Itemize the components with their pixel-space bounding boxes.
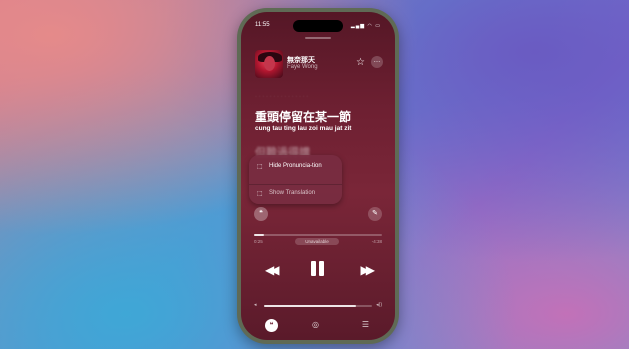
status-badge: Unavailable	[295, 238, 339, 245]
next-track-icon[interactable]: ▶▶	[361, 263, 376, 277]
lyrics-icon[interactable]: ❝	[265, 319, 278, 332]
lyric-pronunciation: cung tau ting lau zoi mau jat zit	[255, 125, 352, 132]
menu-divider	[249, 184, 342, 185]
status-time: 11:55	[255, 22, 270, 28]
sheet-grabber[interactable]	[305, 37, 331, 39]
playback-progress[interactable]	[254, 234, 382, 236]
previous-lyric-line: · · · · · · · · · · · · · · ·	[255, 94, 309, 100]
transport-controls: ◀◀ ▶▶	[241, 259, 395, 281]
menu-item-label: Hide Pronuncia-tion	[269, 163, 322, 169]
star-icon[interactable]: ☆	[356, 57, 365, 68]
bottom-toolbar: ❝ ◎ ☰	[241, 319, 395, 333]
status-icons: ▂▄▆ ◠ ▭	[350, 23, 381, 29]
now-playing-header: 無奈那天 Faye Wong ☆ …	[255, 50, 383, 78]
remaining-time: -4:38	[371, 239, 382, 244]
artist-name: Faye Wong	[287, 64, 318, 70]
music-player-screen: 11:55 ▂▄▆ ◠ ▭ 無奈那天 Faye Wong ☆ … · · · ·…	[241, 12, 395, 340]
lyrics-options-menu: ⬚ Hide Pronuncia-tion ⬚ Show Translation	[249, 155, 342, 204]
status-bar: 11:55 ▂▄▆ ◠ ▭	[255, 22, 381, 32]
phone-frame: 11:55 ▂▄▆ ◠ ▭ 無奈那天 Faye Wong ☆ … · · · ·…	[237, 8, 399, 344]
current-lyric-line[interactable]: 重頭停留在某一節	[255, 108, 351, 125]
lyrics-options-button[interactable]: ❝	[254, 207, 268, 221]
more-icon[interactable]: …	[371, 56, 383, 68]
menu-item-label: Show Translation	[269, 190, 316, 196]
share-icon[interactable]: ✎	[368, 207, 382, 221]
album-art	[255, 50, 283, 78]
queue-icon[interactable]: ☰	[362, 320, 369, 329]
volume-track[interactable]	[264, 305, 372, 307]
volume-slider[interactable]: ◂ ◂))	[254, 302, 382, 310]
badge-label: Unavailable	[305, 239, 329, 244]
volume-low-icon: ◂	[254, 302, 257, 308]
elapsed-time: 0:25	[254, 239, 263, 244]
progress-fill	[254, 234, 265, 236]
pause-button[interactable]	[309, 259, 327, 279]
airplay-icon[interactable]: ◎	[312, 320, 319, 329]
volume-high-icon: ◂))	[376, 302, 382, 308]
volume-fill	[264, 305, 356, 307]
lyrics-pron-icon: ⬚	[257, 164, 263, 170]
translation-icon: ⬚	[257, 191, 263, 197]
previous-track-icon[interactable]: ◀◀	[265, 263, 280, 277]
